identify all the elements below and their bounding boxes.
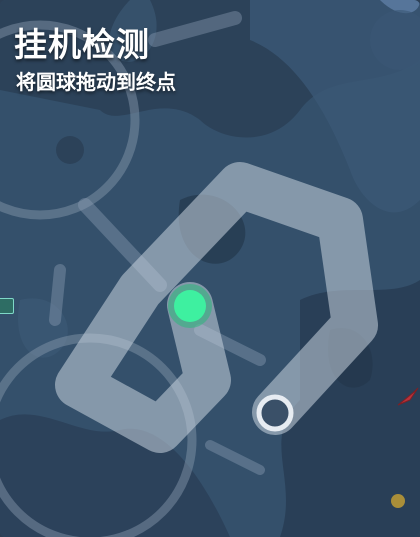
game-viewport: 挂机检测 将圆球拖动到终点: [0, 0, 420, 537]
instruction-text: 将圆球拖动到终点: [16, 70, 176, 94]
goal-ring: [256, 394, 294, 432]
coin-icon: [391, 494, 405, 508]
drag-ball[interactable]: [168, 284, 212, 328]
page-title: 挂机检测: [14, 25, 150, 64]
edge-badge: [0, 298, 14, 314]
